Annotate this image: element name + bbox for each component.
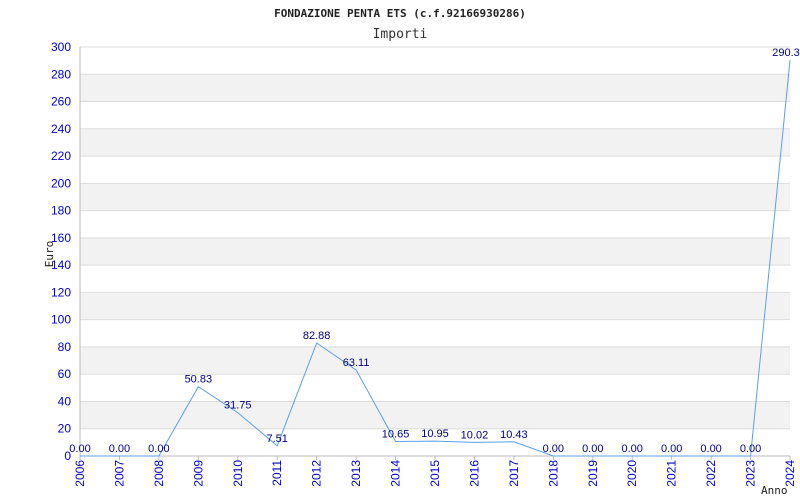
y-tick-label: 60 — [58, 367, 72, 381]
x-tick-label: 2019 — [586, 460, 600, 487]
data-label: 0.00 — [148, 443, 169, 455]
x-tick-label: 2015 — [428, 460, 442, 487]
line-chart: FONDAZIONE PENTA ETS (c.f.92166930286) I… — [43, 7, 800, 497]
x-tick-label: 2021 — [665, 460, 679, 487]
y-tick-label: 180 — [51, 204, 71, 218]
data-label: 0.00 — [109, 443, 130, 455]
x-tick-label: 2022 — [704, 460, 718, 487]
x-tick-label: 2016 — [467, 460, 481, 487]
data-label: 0.00 — [661, 443, 682, 455]
grid-band — [80, 237, 790, 266]
x-tick-label: 2011 — [270, 460, 284, 486]
grid-band — [80, 183, 790, 211]
data-label: 31.75 — [224, 400, 252, 412]
grid-band — [80, 292, 790, 320]
grid-band — [80, 74, 790, 102]
data-label: 0.00 — [700, 443, 721, 455]
data-label: 10.02 — [461, 429, 489, 441]
x-tick-label: 2017 — [507, 460, 521, 487]
y-tick-label: 100 — [51, 313, 71, 327]
grid-band — [80, 346, 790, 375]
x-tick-label: 2006 — [73, 460, 87, 487]
chart-title: FONDAZIONE PENTA ETS (c.f.92166930286) — [274, 7, 526, 20]
x-tick-label: 2024 — [783, 460, 797, 487]
data-label: 10.65 — [382, 428, 410, 440]
x-tick-label: 2008 — [152, 460, 166, 487]
data-label: 82.88 — [303, 330, 331, 342]
grid-band — [80, 401, 790, 429]
grid-band — [80, 128, 790, 157]
data-label: 10.43 — [500, 429, 528, 441]
y-axis-label: Euro — [43, 241, 56, 268]
x-tick-label: 2018 — [546, 460, 560, 487]
x-tick-label: 2012 — [310, 460, 324, 487]
y-tick-label: 20 — [58, 422, 72, 436]
data-label: 290.3 — [772, 47, 800, 59]
x-tick-label: 2007 — [112, 460, 126, 487]
x-axis-label: Anno — [761, 484, 788, 497]
y-tick-label: 80 — [58, 340, 72, 354]
x-axis-ticks: 2006 2007 2008 2009 2010 2011 2012 2013 2014 2015… — [73, 456, 797, 487]
x-tick-label: 2020 — [625, 460, 639, 487]
data-label: 0.00 — [740, 443, 761, 455]
x-tick-label: 2009 — [191, 460, 205, 487]
y-tick-label: 240 — [51, 122, 71, 136]
y-tick-label: 300 — [51, 40, 71, 54]
x-tick-label: 2010 — [231, 460, 245, 487]
y-tick-label: 200 — [51, 176, 71, 190]
y-tick-label: 120 — [51, 285, 71, 299]
x-tick-label: 2023 — [744, 460, 758, 487]
data-label: 0.00 — [69, 443, 90, 455]
data-label: 0.00 — [582, 443, 603, 455]
y-tick-label: 260 — [51, 95, 71, 109]
x-tick-label: 2013 — [349, 460, 363, 487]
data-label: 0.00 — [543, 443, 564, 455]
y-tick-label: 280 — [51, 67, 71, 81]
data-label: 0.00 — [622, 443, 643, 455]
data-label: 50.83 — [185, 374, 213, 386]
y-tick-label: 40 — [58, 394, 72, 408]
chart-subtitle: Importi — [373, 27, 428, 42]
x-tick-label: 2014 — [389, 460, 403, 487]
data-label: 63.11 — [343, 357, 370, 369]
data-label: 10.95 — [421, 428, 449, 440]
y-tick-label: 220 — [51, 149, 71, 163]
data-label: 7.51 — [267, 433, 288, 445]
